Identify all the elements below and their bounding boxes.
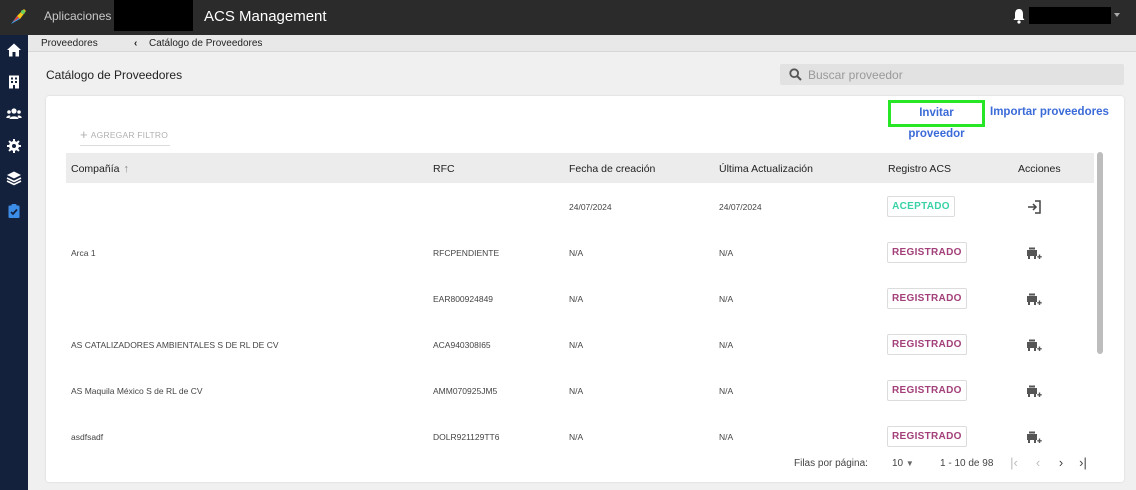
column-header-rfc[interactable]: RFC bbox=[433, 163, 455, 175]
breadcrumb-current: Catálogo de Proveedores bbox=[149, 38, 263, 49]
column-header-updated[interactable]: Última Actualización bbox=[719, 163, 813, 175]
status-badge: REGISTRADO bbox=[887, 380, 967, 401]
applications-menu-label: Aplicaciones bbox=[44, 9, 112, 23]
column-header-acs-registry[interactable]: Registro ACS bbox=[888, 163, 951, 175]
status-badge: REGISTRADO bbox=[887, 426, 967, 447]
building-icon[interactable] bbox=[6, 74, 22, 90]
status-badge: REGISTRADO bbox=[887, 242, 967, 263]
cell-rfc: ACA940308I65 bbox=[433, 340, 491, 350]
breadcrumb: Proveedores ‹ Catálogo de Proveedores bbox=[28, 35, 1136, 52]
app-logo-icon[interactable] bbox=[8, 7, 28, 27]
search-input[interactable] bbox=[808, 66, 1108, 83]
caret-down-icon: ▼ bbox=[905, 459, 914, 468]
gear-icon[interactable] bbox=[6, 138, 22, 154]
status-badge: REGISTRADO bbox=[887, 288, 967, 309]
rows-per-page-value: 10 bbox=[892, 458, 904, 469]
column-header-created[interactable]: Fecha de creación bbox=[569, 163, 655, 175]
chevron-left-icon[interactable]: ‹ bbox=[134, 38, 137, 49]
cell-updated: N/A bbox=[719, 340, 734, 350]
cell-updated: N/A bbox=[719, 248, 734, 258]
search-box[interactable] bbox=[780, 64, 1124, 85]
next-page-icon[interactable]: › bbox=[1054, 455, 1068, 471]
import-providers-button[interactable]: Importar proveedores bbox=[990, 106, 1109, 118]
column-header-company[interactable]: Compañía ↑ bbox=[71, 163, 129, 175]
search-icon bbox=[789, 68, 802, 81]
users-icon[interactable] bbox=[6, 106, 22, 122]
previous-page-icon[interactable]: ‹ bbox=[1031, 455, 1045, 471]
cell-created: N/A bbox=[569, 340, 584, 350]
cell-company: AS CATALIZADORES AMBIENTALES S DE RL DE … bbox=[71, 340, 279, 350]
cell-created: 24/07/2024 bbox=[569, 202, 612, 212]
add-to-queue-icon[interactable] bbox=[1026, 246, 1042, 260]
cell-company: asdfsadf bbox=[71, 432, 104, 442]
add-to-queue-icon[interactable] bbox=[1026, 292, 1042, 306]
last-page-icon[interactable]: ›| bbox=[1076, 455, 1090, 471]
cell-company: AS Maquila México S de RL de CV bbox=[71, 386, 203, 396]
sidebar bbox=[0, 35, 28, 490]
user-caret-icon[interactable] bbox=[1114, 13, 1120, 17]
table-row[interactable]: Arca 1 RFCPENDIENTE N/A N/A REGISTRADO bbox=[66, 230, 1094, 276]
page-title: Catálogo de Proveedores bbox=[46, 68, 183, 82]
cell-created: N/A bbox=[569, 432, 584, 442]
clipboard-check-icon[interactable] bbox=[6, 203, 22, 219]
add-to-queue-icon[interactable] bbox=[1026, 384, 1042, 398]
cell-updated: N/A bbox=[719, 432, 734, 442]
home-icon[interactable] bbox=[6, 42, 22, 58]
table-row[interactable]: asdfsadf DOLR921129TT6 N/A N/A REGISTRAD… bbox=[66, 414, 1094, 447]
add-to-queue-icon[interactable] bbox=[1026, 430, 1042, 444]
rows-per-page-label: Filas por página: bbox=[794, 458, 868, 469]
app-title: ACS Management bbox=[204, 8, 327, 25]
status-badge: REGISTRADO bbox=[887, 334, 967, 355]
add-filter-label: AGREGAR FILTRO bbox=[90, 129, 169, 140]
top-bar: Aplicaciones ACS Management bbox=[0, 0, 1136, 35]
cell-rfc: DOLR921129TT6 bbox=[433, 432, 500, 442]
plus-icon: + bbox=[80, 127, 88, 142]
add-filter-button[interactable]: + AGREGAR FILTRO bbox=[80, 127, 170, 146]
add-to-queue-icon[interactable] bbox=[1026, 338, 1042, 352]
cell-created: N/A bbox=[569, 386, 584, 396]
login-icon[interactable] bbox=[1026, 200, 1042, 214]
redacted-area bbox=[114, 0, 193, 31]
table-row[interactable]: AS CATALIZADORES AMBIENTALES S DE RL DE … bbox=[66, 322, 1094, 368]
table-row[interactable]: 24/07/2024 24/07/2024 ACEPTADO bbox=[66, 184, 1094, 230]
breadcrumb-parent[interactable]: Proveedores bbox=[41, 38, 98, 49]
cell-created: N/A bbox=[569, 248, 584, 258]
cell-updated: N/A bbox=[719, 294, 734, 304]
applications-menu[interactable]: Aplicaciones bbox=[44, 9, 121, 23]
cell-rfc: RFCPENDIENTE bbox=[433, 248, 500, 258]
table-header: Compañía ↑ RFC Fecha de creación Última A… bbox=[66, 153, 1094, 183]
pagination-range: 1 - 10 de 98 bbox=[940, 458, 994, 469]
cell-rfc: AMM070925JM5 bbox=[433, 386, 498, 396]
cell-updated: 24/07/2024 bbox=[719, 202, 762, 212]
table-row[interactable]: EAR800924849 N/A N/A REGISTRADO bbox=[66, 276, 1094, 322]
bell-icon[interactable] bbox=[1012, 8, 1026, 24]
first-page-icon[interactable]: |‹ bbox=[1007, 455, 1021, 471]
column-header-company-label: Compañía bbox=[71, 163, 120, 175]
cell-updated: N/A bbox=[719, 386, 734, 396]
cell-rfc: EAR800924849 bbox=[433, 294, 494, 304]
table-row[interactable]: AS Maquila México S de RL de CV AMM07092… bbox=[66, 368, 1094, 414]
cell-company: Arca 1 bbox=[71, 248, 96, 258]
column-header-actions: Acciones bbox=[1018, 163, 1061, 175]
cell-created: N/A bbox=[569, 294, 584, 304]
user-menu[interactable] bbox=[1029, 7, 1111, 24]
invite-provider-button[interactable]: Invitar proveedor bbox=[888, 100, 985, 140]
arrow-up-icon[interactable]: ↑ bbox=[123, 163, 129, 175]
status-badge: ACEPTADO bbox=[887, 196, 955, 217]
layers-icon[interactable] bbox=[6, 170, 22, 186]
rows-per-page-select[interactable]: 10 ▼ bbox=[892, 458, 914, 469]
table-scrollbar[interactable] bbox=[1097, 152, 1103, 354]
